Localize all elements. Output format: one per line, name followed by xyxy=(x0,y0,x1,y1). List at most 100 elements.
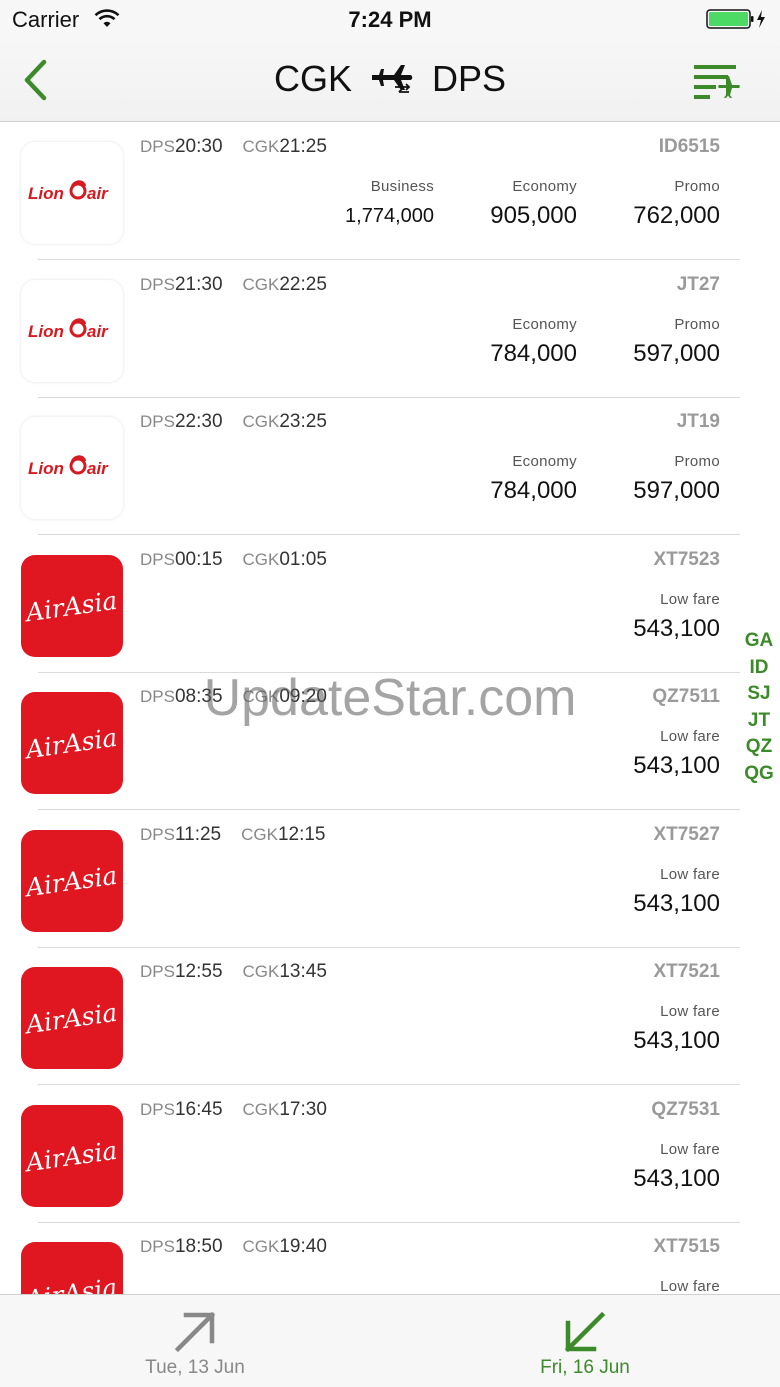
next-date-label: Fri, 16 Jun xyxy=(540,1357,630,1378)
fare-class-label: Low fare xyxy=(660,728,720,745)
fare-class-label: Low fare xyxy=(660,590,720,608)
airplane-return-icon xyxy=(370,61,414,95)
departure-time: 22:30 xyxy=(174,411,223,432)
departure-airport: DPS xyxy=(140,412,175,431)
arrival-time: 09:20 xyxy=(279,686,327,707)
flight-times: DPS08:35 CGK09:20 xyxy=(140,686,327,708)
lion-air-logo: Lion air xyxy=(21,279,123,382)
arrival-airport: CGK xyxy=(242,412,280,431)
airline-index[interactable]: GA ID SJ JT QZ QG xyxy=(742,628,776,787)
flight-row[interactable]: AirAsia DPS08:35 CGK09:20 QZ7511 Low fare 543… xyxy=(0,672,740,810)
flight-number: XT7523 xyxy=(653,548,720,570)
flight-number: JT19 xyxy=(676,411,720,432)
index-item-ga[interactable]: GA xyxy=(742,628,776,655)
svg-text:Lion: Lion xyxy=(28,184,64,203)
fare-class-label: Economy xyxy=(512,178,577,195)
svg-text:AirAsia: AirAsia xyxy=(22,998,119,1040)
arrival-time: 13:45 xyxy=(279,961,327,982)
fare-option[interactable]: Low fare543,100 xyxy=(633,1278,720,1294)
arrival-airport: CGK xyxy=(242,1099,280,1119)
departure-airport: DPS xyxy=(140,1237,175,1256)
svg-text:AirAsia: AirAsia xyxy=(22,1135,119,1177)
flight-row[interactable]: AirAsia DPS12:55 CGK13:45 XT7521 Low fare 543… xyxy=(0,947,740,1085)
origin-code: CGK xyxy=(273,58,352,99)
departure-time: 00:15 xyxy=(174,548,223,570)
departure-time: 21:30 xyxy=(174,273,223,295)
fare-option[interactable]: Economy 784,000 xyxy=(490,316,577,368)
flight-row[interactable]: AirAsia DPS00:15 CGK01:05 XT7523 Low fare 543… xyxy=(0,535,740,673)
flight-times: DPS00:15 CGK01:05 xyxy=(140,549,327,571)
flight-number: XT7521 xyxy=(653,961,720,982)
arrival-airport: CGK xyxy=(242,687,280,706)
flight-times: DPS18:50 CGK19:40 xyxy=(140,1236,327,1258)
flight-number: ID6515 xyxy=(658,136,720,157)
fare-option[interactable]: Economy 905,000 xyxy=(490,178,577,230)
flight-list[interactable]: Lion air DPS20:30 CGK21:25 ID6515 Business 1,7… xyxy=(0,122,780,1294)
svg-text:AirAsia: AirAsia xyxy=(22,585,119,627)
flight-row[interactable]: AirAsia DPS18:50 CGK19:40 XT7515 Low fare543… xyxy=(0,1222,740,1294)
arrival-time: 01:05 xyxy=(279,548,327,570)
fare-option[interactable]: Promo 597,000 xyxy=(633,453,720,505)
airasia-logo: AirAsia xyxy=(21,1104,123,1207)
arrival-time: 19:40 xyxy=(279,1236,327,1257)
departure-time: 16:45 xyxy=(174,1098,223,1120)
departure-time: 08:35 xyxy=(174,686,223,707)
fare-class-label: Low fare xyxy=(660,1003,720,1020)
departure-airport: DPS xyxy=(140,824,175,844)
flight-number: XT7527 xyxy=(653,823,720,845)
arrival-airport: CGK xyxy=(242,137,280,156)
index-item-id[interactable]: ID xyxy=(742,655,776,682)
arrival-airport: CGK xyxy=(242,962,280,981)
fare-option[interactable]: Promo 762,000 xyxy=(633,178,720,230)
flight-times: DPS12:55 CGK13:45 xyxy=(140,961,327,983)
flight-row[interactable]: AirAsia DPS11:25 CGK12:15 XT7527 Low fare 543… xyxy=(0,810,740,948)
fare-option[interactable]: Business 1,774,000 xyxy=(345,178,434,228)
flight-times: DPS16:45 CGK17:30 xyxy=(140,1099,327,1121)
flight-times: DPS20:30 CGK21:25 xyxy=(140,136,327,158)
fare-price: 543,100 xyxy=(633,614,720,642)
fare-price: 597,000 xyxy=(633,477,720,504)
flight-times: DPS11:25 CGK12:15 xyxy=(140,824,326,846)
fare-option[interactable]: Low fare 543,100 xyxy=(633,591,720,643)
departure-airport: DPS xyxy=(140,137,175,156)
index-item-qz[interactable]: QZ xyxy=(742,734,776,761)
fare-option[interactable]: Low fare543,100 xyxy=(633,866,720,918)
fare-option[interactable]: Low fare543,100 xyxy=(633,1141,720,1193)
fare-option[interactable]: Promo 597,000 xyxy=(633,316,720,368)
flight-row[interactable]: Lion air DPS21:30 CGK22:25 JT27 Economy 784,00… xyxy=(0,260,740,398)
arrival-time: 23:25 xyxy=(279,411,327,432)
route-title: CGK DPS xyxy=(0,58,780,100)
fare-class-label: Promo xyxy=(674,315,720,333)
sort-button[interactable] xyxy=(692,62,740,102)
next-date-button[interactable]: Fri, 16 Jun xyxy=(390,1295,780,1387)
index-item-sj[interactable]: SJ xyxy=(742,681,776,708)
fare-class-label: Promo xyxy=(674,178,720,195)
fare-price: 543,100 xyxy=(633,752,720,779)
departure-time: 18:50 xyxy=(174,1236,223,1257)
flight-row[interactable]: Lion air DPS20:30 CGK21:25 ID6515 Business 1,7… xyxy=(0,122,740,260)
flight-number: XT7515 xyxy=(653,1236,720,1257)
fare-price: 1,774,000 xyxy=(345,205,434,227)
fare-price: 543,100 xyxy=(633,889,720,917)
departure-time: 11:25 xyxy=(174,823,222,845)
destination-code: DPS xyxy=(431,58,507,99)
index-item-jt[interactable]: JT xyxy=(742,708,776,735)
departure-airport: DPS xyxy=(140,1099,175,1119)
flight-times: DPS21:30 CGK22:25 xyxy=(140,274,327,296)
previous-date-button[interactable]: Tue, 13 Jun xyxy=(0,1295,390,1387)
fare-option[interactable]: Economy 784,000 xyxy=(490,453,577,505)
svg-text:Lion: Lion xyxy=(28,322,64,341)
arrival-time: 17:30 xyxy=(279,1098,327,1120)
navigation-bar: CGK DPS xyxy=(0,40,780,122)
departure-airport: DPS xyxy=(140,687,175,706)
index-item-qg[interactable]: QG xyxy=(742,761,776,788)
fare-option[interactable]: Low fare 543,100 xyxy=(633,728,720,780)
fare-option[interactable]: Low fare543,100 xyxy=(633,1003,720,1055)
svg-text:AirAsia: AirAsia xyxy=(22,1273,119,1294)
fare-price: 784,000 xyxy=(490,339,577,367)
svg-text:air: air xyxy=(87,184,109,203)
arrival-time: 12:15 xyxy=(277,823,326,845)
svg-text:air: air xyxy=(87,322,109,341)
flight-row[interactable]: Lion air DPS22:30 CGK23:25 JT19 Economy 784,00… xyxy=(0,397,740,535)
flight-row[interactable]: AirAsia DPS16:45 CGK17:30 QZ7531 Low fare 543… xyxy=(0,1085,740,1223)
